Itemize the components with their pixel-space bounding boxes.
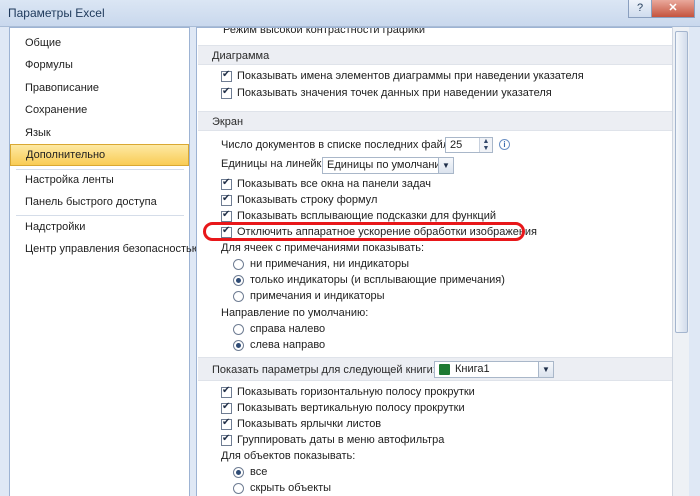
option-chart-data-point-values[interactable]: Показывать значения точек данных при нав… [197,86,667,103]
radio[interactable] [233,291,244,302]
spinner-arrows-icon[interactable]: ▲ ▼ [479,138,492,152]
chevron-down-icon[interactable]: ▼ [538,362,553,377]
option-group-dates[interactable]: Группировать даты в меню автофильтра [197,433,667,450]
sidebar-item-customize-ribbon[interactable]: Настройка ленты [10,169,189,191]
direction-label: Направление по умолчанию: [221,307,369,319]
option-horizontal-scrollbar[interactable]: Показывать горизонтальную полосу прокрут… [197,385,667,402]
chevron-down-icon[interactable]: ▼ [438,158,453,173]
checkbox[interactable] [221,433,232,446]
section-workbook-title: Показать параметры для следующей книги: [212,364,436,376]
options-panel: Режим высокой контрастности графики Диаг… [196,27,688,496]
recent-files-spinner[interactable]: 25 ▲ ▼ [445,137,493,153]
option-objects-all[interactable]: все [197,466,667,482]
option-sheet-tabs[interactable]: Показывать ярлычки листов [197,417,667,434]
checkbox[interactable] [221,177,232,190]
section-display-title: Экран [212,116,244,128]
sidebar: Общие Формулы Правописание Сохранение Яз… [9,27,200,496]
sidebar-item-formulas[interactable]: Формулы [10,54,189,76]
section-chart-title: Диаграмма [212,50,270,62]
sidebar-item-general[interactable]: Общие [10,32,189,54]
option-show-formula-bar[interactable]: Показывать строку формул [197,193,667,210]
radio[interactable] [233,483,244,494]
checkbox[interactable] [221,401,232,414]
radio[interactable] [233,340,244,351]
sidebar-item-language[interactable]: Язык [10,122,189,144]
section-display: Экран [198,111,672,131]
comments-label: Для ячеек с примечаниями показывать: [221,242,425,254]
info-icon[interactable]: i [499,139,510,150]
radio[interactable] [233,324,244,335]
checkbox[interactable] [221,86,232,99]
help-button[interactable]: ? [628,0,652,18]
option-right-to-left[interactable]: справа налево [197,323,667,339]
excel-workbook-icon [439,364,450,375]
checkbox[interactable] [221,209,232,222]
checkbox[interactable] [221,385,232,398]
section-workbook: Показать параметры для следующей книги: … [198,357,672,381]
recent-files-row: Число документов в списке последних файл… [197,137,667,155]
radio[interactable] [233,275,244,286]
option-no-comments[interactable]: ни примечания, ни индикаторы [197,258,667,274]
close-button[interactable]: ✕ [651,0,695,18]
sidebar-item-trust-center[interactable]: Центр управления безопасностью [10,238,200,260]
checkbox[interactable] [221,69,232,82]
ruler-units-row: Единицы на линейке Единицы по умолчанию … [197,157,667,174]
radio[interactable] [233,467,244,478]
direction-label-row: Направление по умолчанию: [197,307,667,323]
option-show-all-windows[interactable]: Показывать все окна на панели задач [197,177,667,194]
red-highlight-annotation [203,222,525,241]
cut-off-option: Режим высокой контрастности графики [223,27,425,36]
sidebar-item-save[interactable]: Сохранение [10,99,189,121]
checkbox[interactable] [221,417,232,430]
title-bar: Параметры Excel ? ✕ [0,0,700,27]
objects-label-row: Для объектов показывать: [197,450,667,466]
vertical-scrollbar[interactable] [672,27,689,496]
option-indicators-only[interactable]: только индикаторы (и всплывающие примеча… [197,274,667,290]
option-comments-and-indicators[interactable]: примечания и индикаторы [197,290,667,306]
section-chart: Диаграмма [198,45,672,65]
scrollbar-thumb[interactable] [675,31,688,333]
recent-files-label: Число документов в списке последних файл… [221,139,465,151]
window-title: Параметры Excel [8,6,105,20]
ruler-units-label: Единицы на линейке [221,158,328,170]
sidebar-item-advanced[interactable]: Дополнительно [10,144,189,166]
option-vertical-scrollbar[interactable]: Показывать вертикальную полосу прокрутки [197,401,667,418]
objects-label: Для объектов показывать: [221,450,356,462]
sidebar-item-addins[interactable]: Надстройки [10,216,189,238]
sidebar-item-quick-access-toolbar[interactable]: Панель быстрого доступа [10,191,189,213]
comments-label-row: Для ячеек с примечаниями показывать: [197,242,667,258]
radio[interactable] [233,259,244,270]
option-objects-hide[interactable]: скрыть объекты [197,482,667,496]
checkbox[interactable] [221,193,232,206]
option-chart-element-names[interactable]: Показывать имена элементов диаграммы при… [197,69,667,86]
workbook-select[interactable]: Книга1 ▼ [434,361,554,378]
option-left-to-right[interactable]: слева направо [197,339,667,355]
ruler-units-select[interactable]: Единицы по умолчанию ▼ [322,157,454,174]
sidebar-item-proofing[interactable]: Правописание [10,77,189,99]
